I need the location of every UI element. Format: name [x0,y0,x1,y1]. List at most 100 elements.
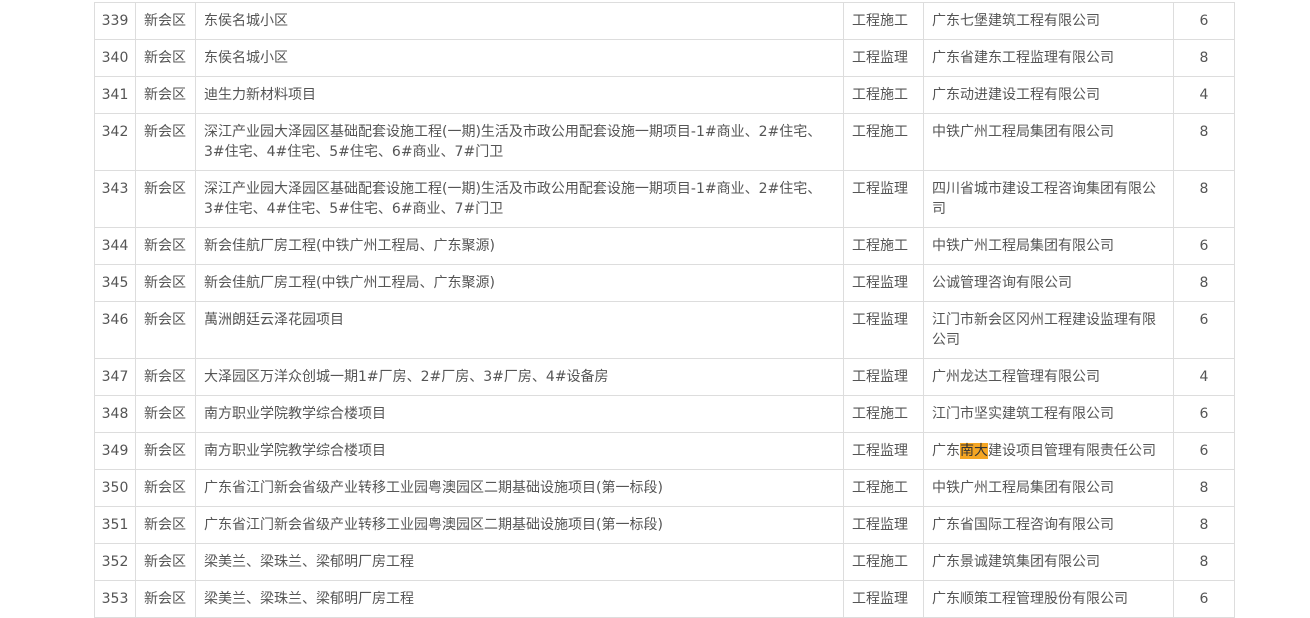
table-row: 348 新会区 南方职业学院教学综合楼项目 工程施工 江门市坚实建筑工程有限公司… [94,395,1235,433]
row-number: 351 [94,506,136,544]
row-number: 344 [94,227,136,265]
table-row: 350 新会区 广东省江门新会省级产业转移工业园粤澳园区二期基础设施项目(第一标… [94,469,1235,507]
table-row: 352 新会区 梁美兰、梁珠兰、梁郁明厂房工程 工程施工 广东景诚建筑集团有限公… [94,543,1235,581]
type-cell: 工程监理 [843,39,924,77]
company-cell: 公诚管理咨询有限公司 [923,264,1174,302]
project-cell: 深江产业园大泽园区基础配套设施工程(一期)生活及市政公用配套设施一期项目-1#商… [195,170,844,228]
project-cell: 新会佳航厂房工程(中铁广州工程局、广东聚源) [195,227,844,265]
company-cell: 中铁广州工程局集团有限公司 [923,227,1174,265]
district-cell: 新会区 [135,469,196,507]
company-cell: 中铁广州工程局集团有限公司 [923,469,1174,507]
row-number: 343 [94,170,136,228]
type-cell: 工程监理 [843,301,924,359]
row-number: 349 [94,432,136,470]
company-cell: 广州龙达工程管理有限公司 [923,358,1174,396]
results-table-container: 339 新会区 东侯名城小区 工程施工 广东七堡建筑工程有限公司 6 340 新… [94,2,1235,618]
row-number: 345 [94,264,136,302]
results-table: 339 新会区 东侯名城小区 工程施工 广东七堡建筑工程有限公司 6 340 新… [94,2,1235,618]
district-cell: 新会区 [135,113,196,171]
score-cell: 8 [1173,469,1235,507]
district-cell: 新会区 [135,2,196,40]
type-cell: 工程施工 [843,2,924,40]
company-cell: 广东省国际工程咨询有限公司 [923,506,1174,544]
score-cell: 6 [1173,2,1235,40]
company-cell: 江门市新会区冈州工程建设监理有限公司 [923,301,1174,359]
table-row: 340 新会区 东侯名城小区 工程监理 广东省建东工程监理有限公司 8 [94,39,1235,77]
district-cell: 新会区 [135,264,196,302]
score-cell: 6 [1173,580,1235,618]
district-cell: 新会区 [135,76,196,114]
project-cell: 广东省江门新会省级产业转移工业园粤澳园区二期基础设施项目(第一标段) [195,506,844,544]
type-cell: 工程监理 [843,580,924,618]
project-cell: 梁美兰、梁珠兰、梁郁明厂房工程 [195,543,844,581]
district-cell: 新会区 [135,432,196,470]
company-cell: 广东顺策工程管理股份有限公司 [923,580,1174,618]
company-text-suffix: 建设项目管理有限责任公司 [988,443,1156,459]
table-row: 346 新会区 萬洲朗廷云泽花园项目 工程监理 江门市新会区冈州工程建设监理有限… [94,301,1235,359]
type-cell: 工程监理 [843,358,924,396]
district-cell: 新会区 [135,506,196,544]
score-cell: 4 [1173,358,1235,396]
type-cell: 工程施工 [843,469,924,507]
project-cell: 南方职业学院教学综合楼项目 [195,432,844,470]
table-row: 345 新会区 新会佳航厂房工程(中铁广州工程局、广东聚源) 工程监理 公诚管理… [94,264,1235,302]
row-number: 339 [94,2,136,40]
row-number: 341 [94,76,136,114]
project-cell: 南方职业学院教学综合楼项目 [195,395,844,433]
district-cell: 新会区 [135,227,196,265]
type-cell: 工程监理 [843,170,924,228]
score-cell: 8 [1173,170,1235,228]
project-cell: 萬洲朗廷云泽花园项目 [195,301,844,359]
project-cell: 梁美兰、梁珠兰、梁郁明厂房工程 [195,580,844,618]
district-cell: 新会区 [135,543,196,581]
district-cell: 新会区 [135,580,196,618]
table-row: 344 新会区 新会佳航厂房工程(中铁广州工程局、广东聚源) 工程施工 中铁广州… [94,227,1235,265]
company-cell: 广东动进建设工程有限公司 [923,76,1174,114]
score-cell: 8 [1173,264,1235,302]
company-cell: 广东景诚建筑集团有限公司 [923,543,1174,581]
project-cell: 东侯名城小区 [195,39,844,77]
score-cell: 6 [1173,395,1235,433]
district-cell: 新会区 [135,170,196,228]
project-cell: 东侯名城小区 [195,2,844,40]
company-cell: 四川省城市建设工程咨询集团有限公司 [923,170,1174,228]
company-cell: 广东南大建设项目管理有限责任公司 [923,432,1174,470]
score-cell: 6 [1173,432,1235,470]
district-cell: 新会区 [135,301,196,359]
table-row: 339 新会区 东侯名城小区 工程施工 广东七堡建筑工程有限公司 6 [94,2,1235,40]
row-number: 353 [94,580,136,618]
company-text-prefix: 广东 [932,443,960,459]
table-row: 353 新会区 梁美兰、梁珠兰、梁郁明厂房工程 工程监理 广东顺策工程管理股份有… [94,580,1235,618]
type-cell: 工程施工 [843,543,924,581]
row-number: 342 [94,113,136,171]
district-cell: 新会区 [135,395,196,433]
company-cell: 广东省建东工程监理有限公司 [923,39,1174,77]
score-cell: 8 [1173,113,1235,171]
district-cell: 新会区 [135,358,196,396]
district-cell: 新会区 [135,39,196,77]
type-cell: 工程监理 [843,506,924,544]
type-cell: 工程施工 [843,113,924,171]
type-cell: 工程监理 [843,432,924,470]
type-cell: 工程施工 [843,76,924,114]
project-cell: 广东省江门新会省级产业转移工业园粤澳园区二期基础设施项目(第一标段) [195,469,844,507]
row-number: 340 [94,39,136,77]
project-cell: 迪生力新材料项目 [195,76,844,114]
score-cell: 4 [1173,76,1235,114]
table-row: 351 新会区 广东省江门新会省级产业转移工业园粤澳园区二期基础设施项目(第一标… [94,506,1235,544]
score-cell: 8 [1173,543,1235,581]
company-cell: 江门市坚实建筑工程有限公司 [923,395,1174,433]
type-cell: 工程施工 [843,227,924,265]
company-cell: 广东七堡建筑工程有限公司 [923,2,1174,40]
project-cell: 深江产业园大泽园区基础配套设施工程(一期)生活及市政公用配套设施一期项目-1#商… [195,113,844,171]
row-number: 352 [94,543,136,581]
search-highlight: 南大 [960,443,988,459]
project-cell: 大泽园区万洋众创城一期1#厂房、2#厂房、3#厂房、4#设备房 [195,358,844,396]
table-row: 349 新会区 南方职业学院教学综合楼项目 工程监理 广东南大建设项目管理有限责… [94,432,1235,470]
company-cell: 中铁广州工程局集团有限公司 [923,113,1174,171]
table-row: 343 新会区 深江产业园大泽园区基础配套设施工程(一期)生活及市政公用配套设施… [94,170,1235,228]
type-cell: 工程施工 [843,395,924,433]
row-number: 347 [94,358,136,396]
table-row: 341 新会区 迪生力新材料项目 工程施工 广东动进建设工程有限公司 4 [94,76,1235,114]
type-cell: 工程监理 [843,264,924,302]
